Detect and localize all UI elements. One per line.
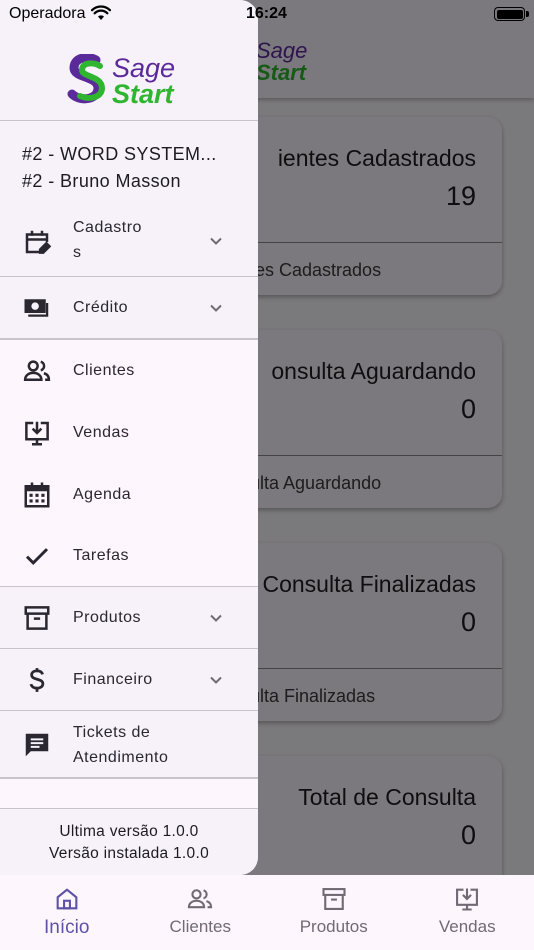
menu-item-tarefas[interactable]: Tarefas [0, 525, 258, 586]
menu-item-agenda[interactable]: Agenda [0, 463, 258, 525]
account-info: #2 - WORD SYSTEM... #2 - Bruno Masson [0, 122, 258, 206]
menu-label: Tickets de Atendimento [73, 724, 169, 766]
menu-label: Agenda [73, 486, 132, 503]
menu-label: Tarefas [73, 547, 129, 564]
money-icon [24, 299, 49, 317]
status-bar: Operadora 16:24 [0, 0, 534, 30]
divider [0, 777, 258, 779]
archive-icon [322, 888, 346, 910]
chat-icon [25, 733, 49, 757]
chevron-down-icon [210, 614, 222, 622]
people-icon [188, 889, 213, 909]
nav-label: Clientes [169, 917, 231, 936]
menu-item-clientes[interactable]: Clientes [0, 339, 258, 401]
menu-item-financeiro[interactable]: Financeiro [0, 649, 258, 710]
menu-label: Clientes [73, 362, 135, 379]
calendar-icon [24, 482, 50, 508]
people-icon [23, 360, 51, 381]
menu-item-credito[interactable]: Crédito [0, 277, 258, 338]
menu-item-vendas[interactable]: Vendas [0, 401, 258, 463]
menu-item-produtos[interactable]: Produtos [0, 587, 258, 648]
chevron-down-icon [210, 237, 222, 245]
menu-label: Produtos [73, 609, 142, 626]
dollar-icon [29, 668, 45, 692]
menu-item-cadastros[interactable]: Cadastro s [0, 206, 258, 276]
sage-logo-icon [67, 54, 106, 104]
bottom-navigation: Início Clientes Produtos Vendas [0, 875, 534, 950]
drawer-footer: Ultima versão 1.0.0 Versão instalada 1.0… [0, 808, 258, 875]
menu-label: Cadastro s [73, 219, 142, 261]
user-name: #2 - Bruno Masson [22, 171, 181, 191]
menu-label: Vendas [73, 424, 130, 441]
home-icon [56, 888, 78, 910]
nav-clientes[interactable]: Clientes [134, 875, 268, 950]
menu-label: Crédito [73, 299, 129, 316]
chevron-down-icon [210, 304, 222, 312]
drawer-logo-text: Sage Start [112, 53, 176, 109]
archive-icon [24, 606, 50, 630]
calendar-edit-icon [25, 230, 52, 254]
clock: 16:24 [246, 5, 287, 22]
nav-produtos[interactable]: Produtos [267, 875, 401, 950]
drawer-menu: Cadastro s Crédito Clientes Vendas Agenda [0, 206, 258, 809]
installed-version-label: Versão instalada 1.0.0 [49, 845, 209, 862]
carrier-label: Operadora [9, 5, 86, 22]
wifi-icon [91, 5, 111, 20]
download-monitor-icon [25, 421, 49, 446]
battery-icon [494, 7, 529, 21]
nav-inicio[interactable]: Início [0, 875, 134, 950]
chevron-down-icon [210, 676, 222, 684]
download-monitor-icon [456, 888, 479, 911]
navigation-drawer: Sage Start #2 - WORD SYSTEM... #2 - Brun… [0, 0, 258, 875]
company-name: #2 - WORD SYSTEM... [22, 144, 217, 164]
latest-version-label: Ultima versão 1.0.0 [59, 823, 199, 840]
menu-label: Financeiro [73, 671, 153, 688]
nav-vendas[interactable]: Vendas [401, 875, 534, 950]
menu-item-tickets[interactable]: Tickets de Atendimento [0, 711, 258, 777]
nav-label: Início [44, 917, 90, 938]
nav-label: Vendas [438, 917, 496, 936]
nav-label: Produtos [299, 917, 368, 936]
check-icon [25, 548, 49, 565]
